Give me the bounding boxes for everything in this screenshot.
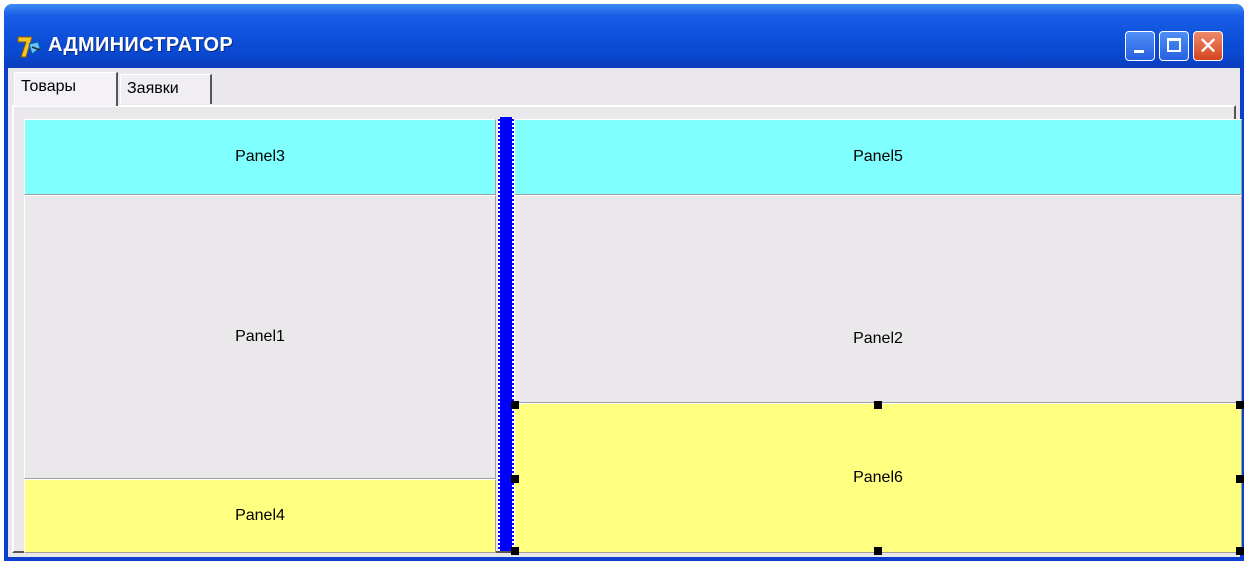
close-icon: ✕ <box>1197 32 1219 60</box>
delphi-7-icon <box>17 36 41 58</box>
close-button[interactable]: ✕ <box>1193 31 1223 61</box>
selection-handle-top-middle[interactable] <box>874 401 882 409</box>
selection-handle-bottom-right[interactable] <box>1236 547 1244 555</box>
main-window: АДМИНИСТРАТОР ✕ Товары Заявки Panel3 Pan… <box>4 4 1244 561</box>
tab-sheet: Panel3 Panel1 Panel4 Panel5 Panel2 Panel… <box>12 105 1244 555</box>
selection-handle-bottom-left[interactable] <box>511 547 519 555</box>
minimize-icon <box>1134 50 1144 53</box>
panel-caption: Panel4 <box>235 507 285 524</box>
panel4[interactable]: Panel4 <box>24 479 496 553</box>
panel2[interactable]: Panel2 <box>514 195 1242 403</box>
panel-caption: Panel3 <box>235 148 285 165</box>
panel-caption: Panel6 <box>853 469 903 486</box>
tab-label: Заявки <box>127 80 179 97</box>
window-title: АДМИНИСТРАТОР <box>48 34 233 56</box>
maximize-button[interactable] <box>1159 31 1189 61</box>
panel5[interactable]: Panel5 <box>514 119 1242 195</box>
tab-zayavki[interactable]: Заявки <box>120 74 212 104</box>
panel1[interactable]: Panel1 <box>24 195 496 479</box>
selection-handle-middle-right[interactable] <box>1236 475 1244 483</box>
tab-tovary[interactable]: Товары <box>14 72 118 106</box>
splitter[interactable] <box>498 117 514 551</box>
panel-caption: Panel5 <box>853 148 903 165</box>
selection-handle-bottom-middle[interactable] <box>874 547 882 555</box>
panel6[interactable]: Panel6 <box>514 403 1242 553</box>
selection-handle-top-left[interactable] <box>511 401 519 409</box>
title-bar[interactable]: АДМИНИСТРАТОР ✕ <box>4 4 1244 68</box>
selection-handle-middle-left[interactable] <box>511 475 519 483</box>
minimize-button[interactable] <box>1125 31 1155 61</box>
client-area: Товары Заявки Panel3 Panel1 Panel4 Panel… <box>8 68 1244 557</box>
tab-label: Товары <box>21 78 77 95</box>
panel3[interactable]: Panel3 <box>24 119 496 195</box>
maximize-icon <box>1167 38 1181 52</box>
selection-handle-top-right[interactable] <box>1236 401 1244 409</box>
panel-caption: Panel1 <box>235 328 285 345</box>
panel-caption: Panel2 <box>853 330 903 347</box>
